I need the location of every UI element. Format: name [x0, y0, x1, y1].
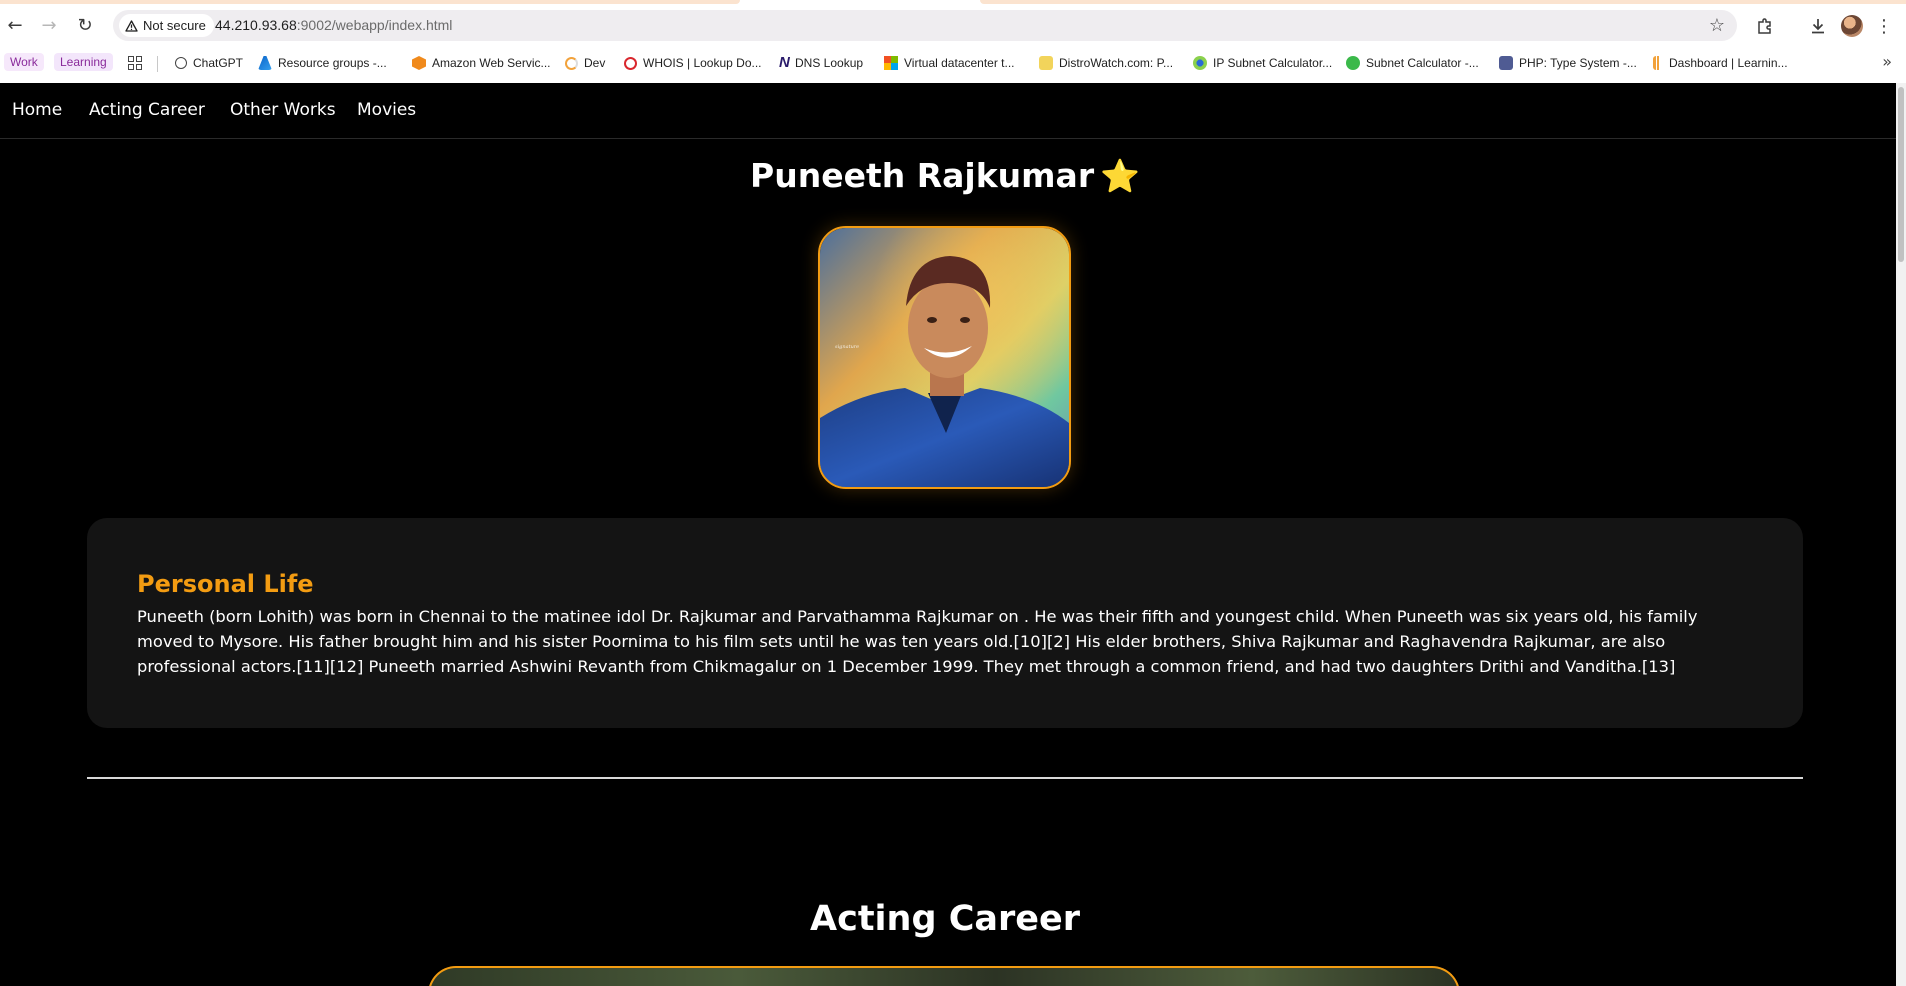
bookmark-php-type-system[interactable]: PHP: Type System -...	[1499, 53, 1637, 73]
url-path: :9002/webapp/index.html	[296, 17, 453, 33]
address-bar[interactable]: Not secure 44.210.93.68:9002/webapp/inde…	[113, 10, 1737, 41]
chevron-right-double-icon[interactable]: »	[1882, 52, 1892, 71]
hero-name: Puneeth Rajkumar	[750, 156, 1095, 195]
bookmark-folder-learning[interactable]: Learning	[54, 53, 113, 71]
bookmark-label: IP Subnet Calculator...	[1213, 56, 1333, 70]
ip-calc-icon	[1193, 56, 1207, 70]
bookmark-label: PHP: Type System -...	[1519, 56, 1637, 70]
bookmark-chatgpt[interactable]: ChatGPT	[175, 53, 243, 73]
personal-life-heading: Personal Life	[137, 570, 314, 598]
star-icon: ⭐	[1100, 157, 1140, 195]
tab-strip-edge	[0, 0, 1906, 4]
security-label: Not secure	[143, 18, 206, 33]
bookmark-label: Amazon Web Servic...	[432, 56, 551, 70]
bookmark-ip-subnet-calculator[interactable]: IP Subnet Calculator...	[1193, 53, 1332, 73]
bookmark-aws[interactable]: Amazon Web Servic...	[412, 53, 551, 73]
forward-arrow-icon[interactable]: →	[36, 12, 62, 38]
bookmark-label: Dashboard | Learnin...	[1669, 56, 1788, 70]
php-icon	[1499, 56, 1513, 70]
browser-chrome: ← → ↻ Not secure 44.210.93.68:9002/webap…	[0, 0, 1906, 83]
azure-icon	[258, 56, 272, 70]
site-navbar: Home Acting Career Other Works Movies	[0, 83, 1896, 139]
dev-icon	[565, 56, 578, 70]
portrait-image: signature	[818, 226, 1071, 489]
bookmark-label: Subnet Calculator -...	[1366, 56, 1479, 70]
kebab-menu-icon[interactable]: ⋮	[1874, 13, 1894, 39]
bookmark-label: Resource groups -...	[278, 56, 387, 70]
download-icon[interactable]	[1805, 13, 1831, 39]
chatgpt-icon	[175, 57, 187, 69]
bookmark-subnet-calculator[interactable]: Subnet Calculator -...	[1346, 53, 1479, 73]
acting-career-heading: Acting Career	[809, 899, 1081, 939]
url-host: 44.210.93.68	[215, 17, 297, 33]
subnet-icon	[1346, 56, 1360, 70]
aws-icon	[412, 56, 426, 70]
nav-link-movies[interactable]: Movies	[357, 100, 416, 120]
url-text[interactable]: 44.210.93.68:9002/webapp/index.html	[215, 17, 452, 33]
bookmark-star-icon[interactable]: ☆	[1709, 15, 1725, 36]
bookmark-folder-work[interactable]: Work	[4, 53, 44, 71]
extensions-icon[interactable]	[1752, 13, 1778, 39]
bookmark-dashboard[interactable]: Dashboard | Learnin...	[1653, 53, 1788, 73]
personal-life-text: Puneeth (born Lohith) was born in Chenna…	[137, 607, 1698, 676]
dns-icon: N	[779, 54, 790, 71]
personal-life-card: Personal Life Puneeth (born Lohith) was …	[87, 518, 1803, 728]
bookmarks-separator	[157, 56, 158, 72]
svg-text:signature: signature	[835, 344, 859, 350]
bookmark-dev[interactable]: Dev	[565, 53, 605, 73]
whois-icon	[624, 56, 637, 70]
bookmark-distrowatch[interactable]: DistroWatch.com: P...	[1039, 53, 1173, 73]
bookmark-label: DNS Lookup	[795, 56, 864, 70]
section-divider	[87, 777, 1803, 779]
acting-career-image	[428, 966, 1460, 986]
page-title: Puneeth Rajkumar ⭐	[0, 156, 1890, 195]
apps-grid-icon[interactable]	[128, 56, 142, 70]
dashboard-icon	[1653, 56, 1663, 70]
bookmark-whois[interactable]: WHOIS | Lookup Do...	[624, 53, 762, 73]
back-arrow-icon[interactable]: ←	[2, 12, 28, 38]
bookmark-label: ChatGPT	[193, 56, 244, 70]
bookmark-label: WHOIS | Lookup Do...	[643, 56, 762, 70]
nav-link-home[interactable]: Home	[12, 100, 62, 120]
security-chip[interactable]: Not secure	[119, 14, 214, 37]
nav-link-acting-career[interactable]: Acting Career	[89, 100, 205, 120]
page-scrollbar[interactable]	[1896, 83, 1906, 986]
bookmark-virtual-datacenter[interactable]: Virtual datacenter t...	[884, 53, 1015, 73]
bookmarks-bar: Work Learning ChatGPT Resource groups -.…	[0, 49, 1906, 77]
bookmark-dns-lookup[interactable]: N DNS Lookup	[779, 53, 863, 73]
bookmark-label: Dev	[584, 56, 606, 70]
bookmark-resource-groups[interactable]: Resource groups -...	[258, 53, 387, 73]
microsoft-icon	[884, 56, 898, 70]
reload-icon[interactable]: ↻	[72, 12, 98, 38]
profile-avatar[interactable]	[1841, 15, 1863, 37]
distrowatch-icon	[1039, 56, 1053, 70]
bookmark-label: Virtual datacenter t...	[904, 56, 1015, 70]
warning-triangle-icon	[125, 19, 138, 32]
scrollbar-thumb[interactable]	[1898, 87, 1904, 262]
bookmark-label: DistroWatch.com: P...	[1059, 56, 1174, 70]
nav-link-other-works[interactable]: Other Works	[230, 100, 336, 120]
page-viewport: Home Acting Career Other Works Movies Pu…	[0, 83, 1906, 986]
browser-toolbar: ← → ↻ Not secure 44.210.93.68:9002/webap…	[0, 6, 1906, 46]
